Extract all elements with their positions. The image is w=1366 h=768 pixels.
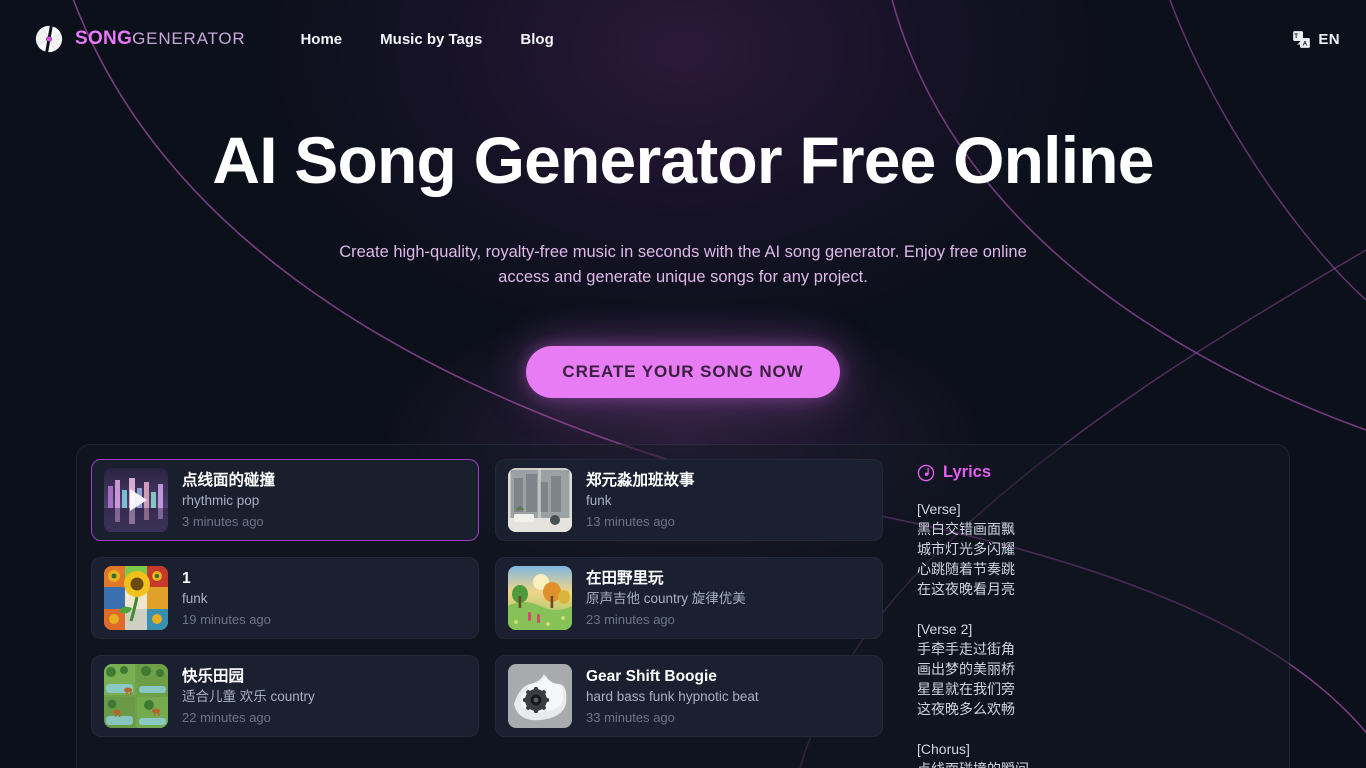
translate-icon: T A [1293, 30, 1311, 48]
song-meta: 在田野里玩原声吉他 country 旋律优美 23 minutes ago [586, 569, 746, 628]
lyrics-text: [Verse] 黑白交错画面飘 城市灯光多闪耀 心跳随着节奏跳 在这夜晚看月亮 … [917, 501, 1029, 768]
hero-section: AI Song Generator Free Online Create hig… [0, 78, 1366, 290]
music-disc-icon [917, 464, 935, 481]
song-artwork-icon [104, 566, 168, 630]
song-title: 在田野里玩 [586, 569, 664, 587]
song-meta: 郑元淼加班故事 funk 13 minutes ago [586, 471, 695, 530]
song-title: 快乐田园 [182, 667, 245, 685]
song-artwork-icon [508, 468, 572, 532]
song-tags: funk [586, 492, 612, 508]
brand-secondary: GENERATOR [132, 29, 246, 48]
song-meta: 点线面的碰撞 rhythmic pop 3 minutes ago [182, 471, 275, 530]
site-header: SONGGENERATOR Home Music by Tags Blog T … [0, 0, 1366, 78]
vinyl-disc-icon [35, 24, 63, 54]
song-timestamp: 19 minutes ago [182, 611, 271, 627]
song-title: Gear Shift Boogie [586, 667, 717, 685]
page-title: AI Song Generator Free Online [212, 123, 1154, 197]
song-card[interactable]: 在田野里玩原声吉他 country 旋律优美 23 minutes ago [495, 557, 883, 639]
song-timestamp: 33 minutes ago [586, 709, 675, 725]
song-title: 点线面的碰撞 [182, 471, 276, 489]
song-artwork-icon [104, 664, 168, 728]
language-switcher[interactable]: T A EN [1292, 30, 1340, 49]
play-icon[interactable] [104, 468, 168, 532]
song-tags: funk [182, 590, 208, 606]
song-thumbnail[interactable] [508, 664, 572, 728]
lyrics-panel: Lyrics [Verse] 黑白交错画面飘 城市灯光多闪耀 心跳随着节奏跳 在… [893, 445, 1289, 768]
language-label: EN [1318, 30, 1340, 48]
brand-primary: SONG [75, 28, 133, 49]
song-timestamp: 3 minutes ago [182, 513, 264, 529]
song-thumbnail[interactable] [104, 664, 168, 728]
song-thumbnail[interactable] [104, 468, 168, 532]
song-timestamp: 13 minutes ago [586, 513, 675, 529]
nav-item-music-by-tags[interactable]: Music by Tags [380, 31, 482, 48]
song-card[interactable]: 点线面的碰撞 rhythmic pop 3 minutes ago [91, 459, 479, 541]
song-meta: 1 funk 19 minutes ago [182, 569, 271, 628]
nav-item-home[interactable]: Home [300, 31, 342, 48]
lyrics-header: Lyrics [917, 463, 1269, 482]
song-title: 郑元淼加班故事 [586, 471, 695, 489]
song-card[interactable]: 快乐田园适合儿童 欢乐 country 22 minutes ago [91, 655, 479, 737]
song-card[interactable]: 1 funk 19 minutes ago [91, 557, 479, 639]
song-thumbnail[interactable] [508, 566, 572, 630]
song-thumbnail[interactable] [104, 566, 168, 630]
song-meta: 快乐田园适合儿童 欢乐 country 22 minutes ago [182, 667, 315, 726]
brand-logo-link[interactable]: SONGGENERATOR [34, 24, 245, 54]
lyrics-title: Lyrics [943, 463, 992, 481]
svg-text:A: A [1303, 40, 1308, 47]
page-root: SONGGENERATOR Home Music by Tags Blog T … [0, 0, 1366, 768]
song-thumbnail[interactable] [508, 468, 572, 532]
hero-subtitle: Create high-quality, royalty-free music … [339, 243, 1027, 287]
main-nav: Home Music by Tags Blog [300, 31, 553, 48]
song-card[interactable]: Gear Shift Boogie hard bass funk hypnotic… [495, 655, 883, 737]
song-tags: 适合儿童 欢乐 country [182, 688, 315, 704]
brand-text: SONGGENERATOR [75, 28, 245, 50]
song-list[interactable]: 点线面的碰撞 rhythmic pop 3 minutes ago 郑元淼加班故事 f… [77, 445, 893, 768]
song-meta: Gear Shift Boogie hard bass funk hypnotic… [586, 667, 759, 726]
cta-container: CREATE YOUR SONG NOW [0, 346, 1366, 399]
song-timestamp: 22 minutes ago [182, 709, 271, 725]
song-title: 1 [182, 569, 191, 587]
song-timestamp: 23 minutes ago [586, 611, 675, 627]
song-tags: rhythmic pop [182, 492, 260, 508]
nav-item-blog[interactable]: Blog [520, 31, 553, 48]
song-tags: 原声吉他 country 旋律优美 [586, 590, 746, 606]
svg-text:T: T [1295, 32, 1299, 39]
song-artwork-icon [508, 566, 572, 630]
songs-panel: 点线面的碰撞 rhythmic pop 3 minutes ago 郑元淼加班故事 f… [76, 444, 1290, 768]
song-card[interactable]: 郑元淼加班故事 funk 13 minutes ago [495, 459, 883, 541]
song-tags: hard bass funk hypnotic beat [586, 688, 759, 704]
song-artwork-icon [508, 664, 572, 728]
create-song-button[interactable]: CREATE YOUR SONG NOW [526, 346, 840, 399]
